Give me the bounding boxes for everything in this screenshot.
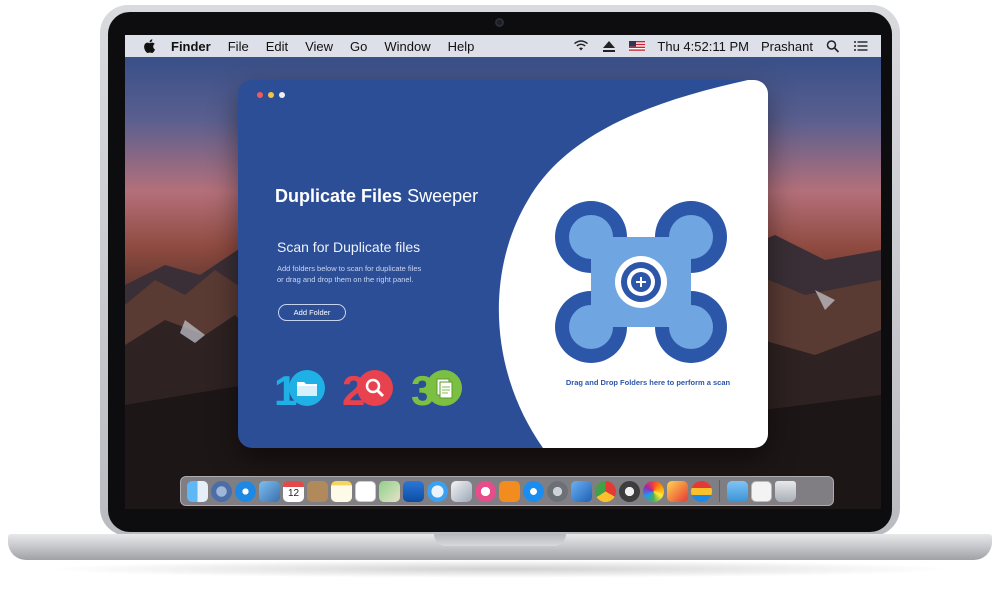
- menu-bar-status-area: Thu 4:52:11 PM Prashant: [573, 35, 869, 57]
- preview-icon[interactable]: [751, 480, 772, 502]
- app-title: Duplicate Files Sweeper: [275, 186, 478, 207]
- reminders-icon[interactable]: [355, 480, 376, 502]
- close-button[interactable]: [257, 92, 263, 98]
- system-preferences-icon[interactable]: [547, 480, 568, 502]
- drop-hint: Drag and Drop Folders here to perform a …: [565, 378, 731, 387]
- desktop-screen: Finder File Edit View Go Window Help Thu…: [125, 35, 881, 509]
- launchpad-icon[interactable]: [211, 480, 232, 502]
- calendar-icon[interactable]: 12: [283, 480, 304, 502]
- menu-file[interactable]: File: [228, 39, 249, 54]
- menu-bar: Finder File Edit View Go Window Help Thu…: [125, 35, 881, 57]
- contacts-icon[interactable]: [307, 480, 328, 502]
- finder-icon[interactable]: [187, 480, 208, 502]
- scan-heading: Scan for Duplicate files: [277, 239, 421, 255]
- keynote-icon[interactable]: [403, 480, 424, 502]
- step-2-search-icon: 2: [342, 367, 393, 411]
- menu-window[interactable]: Window: [384, 39, 430, 54]
- image-capture-icon[interactable]: [451, 480, 472, 502]
- add-folder-button[interactable]: Add Folder: [278, 304, 346, 321]
- photos-icon[interactable]: [643, 480, 664, 502]
- apple-logo-icon[interactable]: [143, 38, 157, 54]
- us-flag-icon[interactable]: [629, 39, 646, 53]
- menu-help[interactable]: Help: [448, 39, 475, 54]
- menu-view[interactable]: View: [305, 39, 333, 54]
- wifi-icon[interactable]: [573, 39, 589, 53]
- notes-icon[interactable]: [331, 480, 352, 502]
- menu-clock[interactable]: Thu 4:52:11 PM: [657, 39, 749, 54]
- menu-edit[interactable]: Edit: [266, 39, 288, 54]
- maps-icon[interactable]: [379, 480, 400, 502]
- app-title-bold: Duplicate Files: [275, 186, 403, 206]
- menu-user[interactable]: Prashant: [761, 39, 813, 54]
- dock: 12: [180, 476, 834, 506]
- app-title-regular: Sweeper: [407, 186, 479, 206]
- app-store-icon[interactable]: [523, 480, 544, 502]
- minimize-button[interactable]: [268, 92, 274, 98]
- chrome-icon[interactable]: [595, 480, 616, 502]
- laptop-shadow: [40, 560, 960, 578]
- messages-icon[interactable]: [427, 480, 448, 502]
- laptop-base-notch: [434, 534, 566, 546]
- photos-preview-icon[interactable]: [259, 480, 280, 502]
- crossover-icon[interactable]: [667, 480, 688, 502]
- spotlight-search-icon[interactable]: [825, 39, 841, 53]
- duplicate-files-sweeper-window: Duplicate Files Sweeper Scan for Duplica…: [238, 80, 768, 448]
- eject-icon[interactable]: [601, 39, 617, 53]
- menu-finder[interactable]: Finder: [171, 39, 211, 54]
- notification-center-icon[interactable]: [853, 39, 869, 53]
- menu-go[interactable]: Go: [350, 39, 367, 54]
- compass-icon[interactable]: [619, 480, 640, 502]
- step-1-folder-icon: 1: [274, 367, 325, 411]
- camera-icon: [495, 18, 504, 27]
- itunes-icon[interactable]: [475, 480, 496, 502]
- step-3-document-icon: 3: [411, 367, 462, 411]
- trash-icon[interactable]: [775, 480, 796, 502]
- layers-icon[interactable]: [691, 480, 712, 502]
- zoom-button[interactable]: [279, 92, 285, 98]
- xcode-icon[interactable]: [571, 480, 592, 502]
- folder-icon[interactable]: [727, 480, 748, 502]
- scan-description: Add folders below to scan for duplicate …: [277, 264, 422, 284]
- safari-icon[interactable]: [235, 480, 256, 502]
- ibooks-icon[interactable]: [499, 480, 520, 502]
- dock-separator: [719, 480, 720, 502]
